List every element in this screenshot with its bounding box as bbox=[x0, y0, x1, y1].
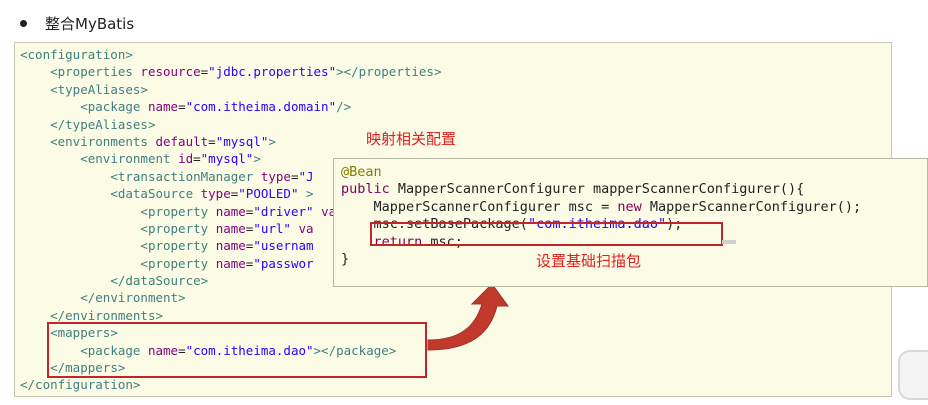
code-token: "usernam bbox=[253, 238, 314, 254]
code-token: = bbox=[178, 99, 186, 115]
java-code-line: @Bean bbox=[341, 162, 861, 180]
mappers-highlight-box bbox=[47, 322, 427, 378]
code-token: > bbox=[298, 186, 314, 202]
side-float-button[interactable] bbox=[898, 350, 928, 400]
code-token: id bbox=[178, 151, 194, 167]
java-code-line: public MapperScannerConfigurer mapperSca… bbox=[341, 179, 861, 198]
xml-code-line: </environment> bbox=[20, 289, 441, 306]
code-token: new bbox=[617, 198, 650, 215]
xml-code-line: <package name="com.itheima.domain"/> bbox=[20, 98, 441, 115]
section-title: 整合MyBatis bbox=[45, 14, 135, 33]
code-token: name bbox=[147, 99, 179, 115]
code-token: "POOLED" bbox=[238, 186, 299, 202]
code-token: <property bbox=[140, 255, 216, 271]
code-token: name bbox=[215, 203, 246, 219]
code-token: MapperScannerConfigurer mapperScannerCon… bbox=[397, 181, 805, 198]
java-code-line: MapperScannerConfigurer msc = new Mapper… bbox=[341, 197, 862, 215]
code-token: = bbox=[193, 151, 201, 167]
code-token: <property bbox=[140, 203, 216, 219]
code-token: </dataSource> bbox=[110, 273, 209, 289]
code-token: <dataSource bbox=[110, 186, 201, 202]
code-token: <typeAliases> bbox=[50, 81, 148, 97]
code-token: <property bbox=[140, 238, 216, 254]
xml-code-line: <configuration> bbox=[20, 46, 441, 63]
code-token: "mysql" bbox=[215, 133, 269, 149]
code-token: name bbox=[215, 220, 246, 236]
set-base-package-highlight-box bbox=[370, 222, 723, 246]
code-token: <transactionManager bbox=[110, 168, 261, 184]
code-token: "J bbox=[298, 168, 314, 184]
code-token: <environment bbox=[80, 151, 179, 167]
code-token: <properties bbox=[50, 64, 141, 80]
code-token: </environments> bbox=[50, 307, 163, 323]
bullet-icon bbox=[20, 19, 27, 27]
code-token: "url" bbox=[253, 220, 291, 236]
xml-code-line: </configuration> bbox=[20, 376, 441, 393]
code-token: type bbox=[200, 186, 231, 202]
section-heading: 整合MyBatis bbox=[20, 10, 134, 36]
curved-arrow-icon bbox=[427, 283, 509, 351]
code-token: MapperScannerConfigurer(); bbox=[649, 198, 862, 215]
code-token: MapperScannerConfigurer msc = bbox=[341, 198, 618, 215]
code-token: "com.itheima.domain" bbox=[185, 99, 337, 115]
code-token: "passwor bbox=[253, 255, 314, 271]
code-token: </typeAliases> bbox=[50, 116, 156, 132]
code-token: </environment> bbox=[80, 290, 186, 306]
code-token: name bbox=[215, 238, 246, 254]
code-token: public bbox=[341, 181, 398, 198]
code-token: } bbox=[341, 250, 350, 267]
code-token: <environments bbox=[50, 133, 156, 149]
code-token: /> bbox=[336, 99, 352, 115]
code-token: name bbox=[215, 255, 246, 271]
code-token: > bbox=[253, 151, 261, 167]
code-token: default bbox=[155, 133, 209, 149]
code-token: ></properties> bbox=[336, 64, 442, 80]
xml-code-line: <properties resource="jdbc.properties"><… bbox=[20, 63, 441, 80]
code-token: <package bbox=[80, 99, 148, 115]
code-token: @Bean bbox=[341, 164, 382, 180]
code-token: = bbox=[208, 133, 216, 149]
code-token: "jdbc.properties" bbox=[208, 64, 337, 80]
mapping-config-note: 映射相关配置 bbox=[366, 130, 457, 148]
set-base-package-note: 设置基础扫描包 bbox=[536, 252, 642, 270]
code-token: > bbox=[268, 133, 276, 149]
xml-code-line: <typeAliases> bbox=[20, 81, 441, 98]
code-token: type bbox=[260, 168, 291, 184]
code-token: <property bbox=[140, 220, 216, 236]
code-token: </configuration> bbox=[20, 377, 141, 393]
code-token: "driver" bbox=[253, 203, 314, 219]
code-token: resource bbox=[140, 64, 201, 80]
code-token: "mysql" bbox=[200, 151, 254, 167]
code-token: <configuration> bbox=[20, 47, 133, 62]
scrollbar-thumb[interactable] bbox=[722, 240, 736, 244]
code-token: va bbox=[298, 220, 314, 236]
